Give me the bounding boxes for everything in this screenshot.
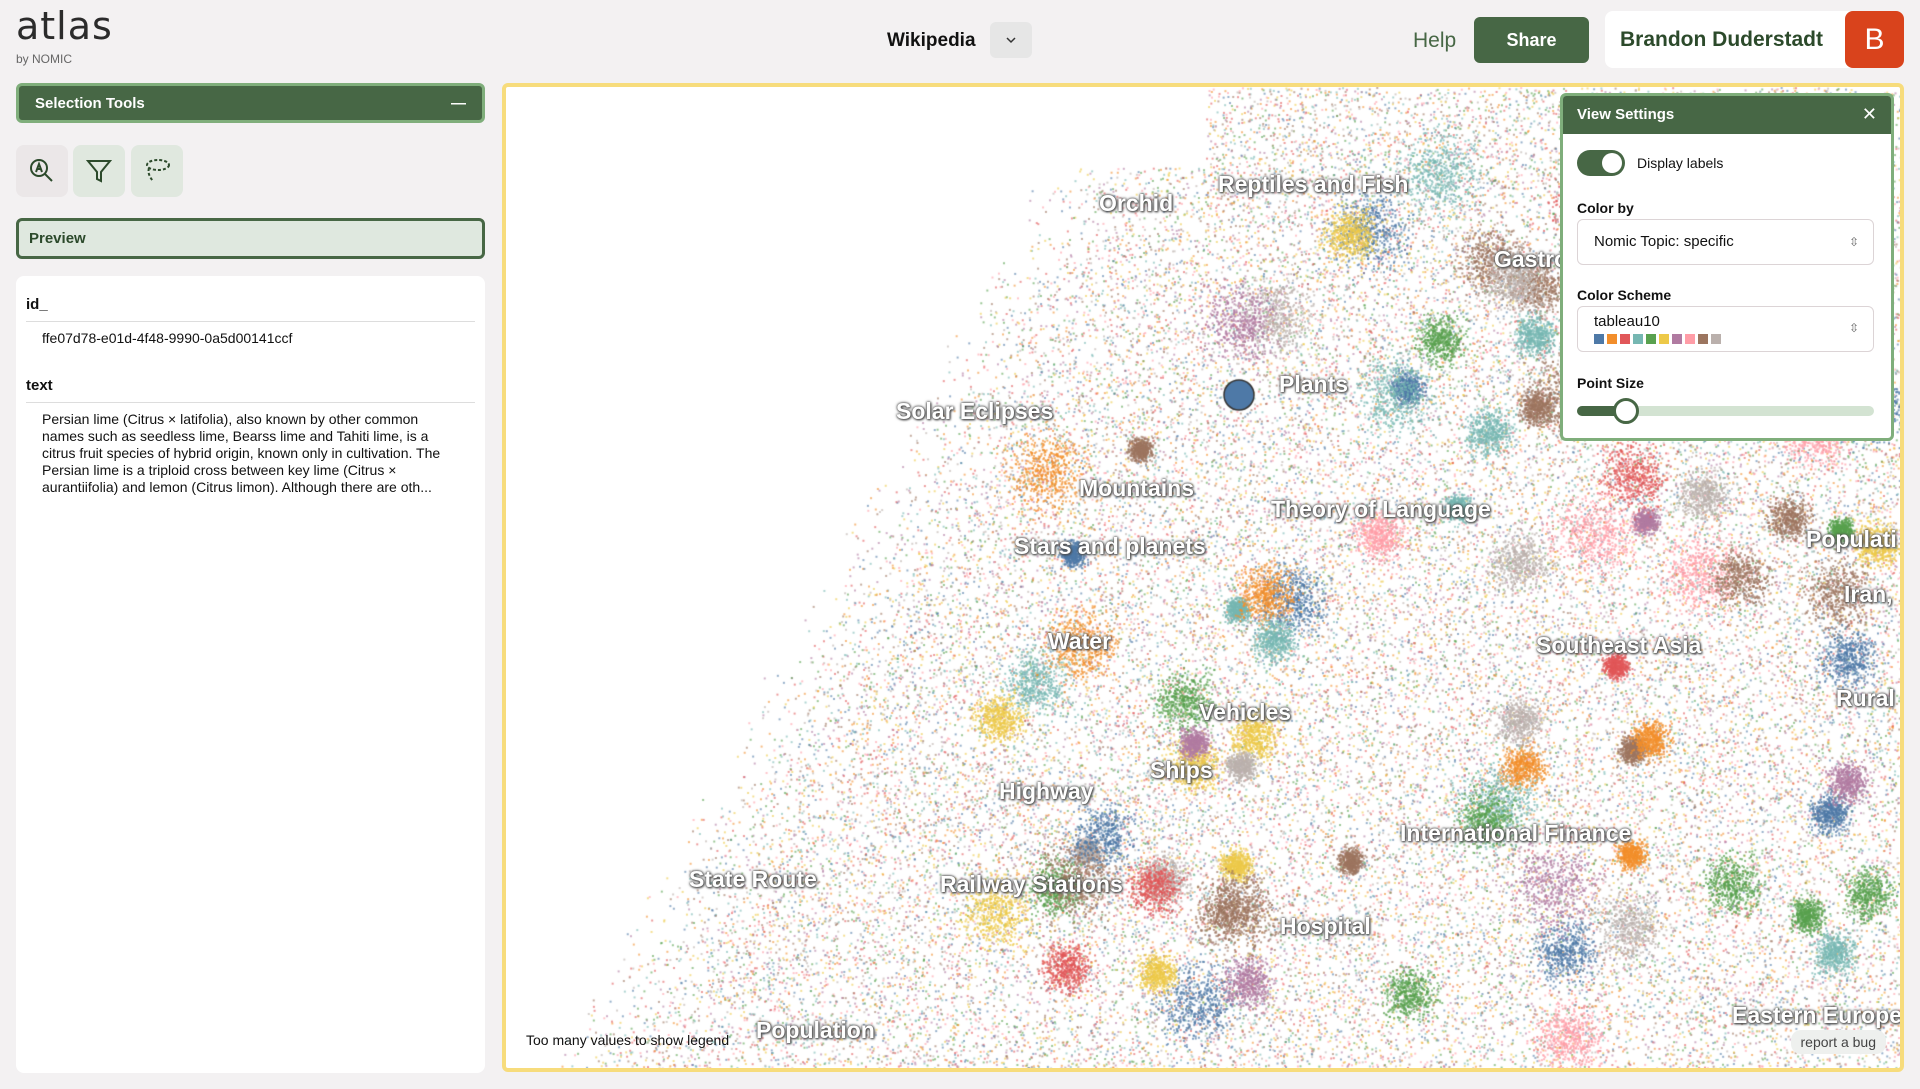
color-swatch — [1594, 334, 1604, 344]
color-swatch — [1685, 334, 1695, 344]
color-scheme-label: Color Scheme — [1577, 287, 1672, 303]
view-settings-panel: View Settings ✕ Display labels Color by … — [1560, 93, 1894, 441]
dataset-title: Wikipedia — [887, 30, 976, 51]
topic-label[interactable]: Reptiles and Fish — [1218, 171, 1408, 198]
color-swatch — [1711, 334, 1721, 344]
close-icon[interactable]: ✕ — [1862, 105, 1877, 124]
color-by-label: Color by — [1577, 200, 1634, 216]
chevron-down-icon — [1006, 37, 1016, 44]
topic-label[interactable]: Water — [1048, 628, 1111, 655]
point-size-label: Point Size — [1577, 375, 1644, 391]
collapse-icon[interactable]: — — [451, 95, 466, 112]
color-swatch — [1659, 334, 1669, 344]
color-swatch — [1607, 334, 1617, 344]
color-swatch — [1698, 334, 1708, 344]
lasso-tool-button[interactable] — [131, 145, 183, 197]
topic-label[interactable]: Populati — [1806, 526, 1897, 553]
selection-tools-title: Selection Tools — [35, 95, 145, 112]
slider-handle[interactable] — [1612, 398, 1639, 424]
preview-card: id_ ffe07d78-e01d-4f48-9990-0a5d00141ccf… — [16, 276, 485, 1073]
share-button[interactable]: Share — [1474, 17, 1589, 63]
topic-label[interactable]: Highway — [999, 778, 1094, 805]
color-by-value: Nomic Topic: specific — [1594, 233, 1734, 250]
search-tool-button[interactable] — [16, 145, 68, 197]
chevron-updown-icon: ⇳ — [1848, 235, 1859, 249]
color-swatch — [1646, 334, 1656, 344]
logo-subtitle: by NOMIC — [16, 52, 73, 66]
topic-label[interactable]: Iran, — [1844, 581, 1893, 608]
topic-label[interactable]: State Route — [689, 866, 817, 893]
dataset-dropdown-button[interactable] — [990, 22, 1032, 58]
user-name[interactable]: Brandon Duderstadt — [1620, 28, 1823, 52]
topic-label[interactable]: Population — [756, 1017, 875, 1044]
search-icon — [30, 159, 53, 182]
topic-label[interactable]: Orchid — [1099, 190, 1173, 217]
color-scheme-value: tableau10 — [1594, 313, 1660, 330]
preview-header[interactable]: Preview — [16, 218, 485, 259]
color-scheme-select[interactable]: tableau10 ⇳ — [1577, 306, 1874, 352]
topic-label[interactable]: Plants — [1279, 371, 1348, 398]
chevron-updown-icon: ⇳ — [1848, 321, 1859, 335]
display-labels-label: Display labels — [1637, 155, 1724, 171]
field-label-text: text — [26, 367, 475, 403]
field-value-text: Persian lime (Citrus × latifolia), also … — [42, 411, 441, 495]
topic-label[interactable]: Ships — [1150, 757, 1213, 784]
color-swatch — [1633, 334, 1643, 344]
color-swatch — [1620, 334, 1630, 344]
topic-label[interactable]: Gastro — [1494, 246, 1568, 273]
avatar[interactable]: B — [1845, 11, 1904, 68]
lasso-icon — [146, 159, 170, 182]
topic-label[interactable]: Rural — [1836, 685, 1895, 712]
view-settings-title: View Settings — [1577, 106, 1675, 123]
topic-label[interactable]: International Finance — [1400, 820, 1631, 847]
filter-icon — [85, 160, 113, 183]
color-swatch — [1672, 334, 1682, 344]
legend-note: Too many values to show legend — [526, 1032, 730, 1048]
topic-label[interactable]: Southeast Asia — [1536, 632, 1701, 659]
topic-label[interactable]: Railway Stations — [940, 871, 1123, 898]
field-label-id: id_ — [26, 286, 475, 322]
topic-label[interactable]: Theory of Language — [1271, 496, 1491, 523]
atlas-logo: atlas — [16, 4, 113, 48]
selection-tools-header[interactable]: Selection Tools — — [16, 83, 485, 123]
topic-label[interactable]: Stars and planets — [1014, 533, 1206, 560]
color-swatches — [1594, 334, 1857, 344]
view-settings-header: View Settings ✕ — [1563, 96, 1891, 134]
report-bug-link[interactable]: report a bug — [1790, 1030, 1886, 1054]
field-value-id: ffe07d78-e01d-4f48-9990-0a5d00141ccf — [42, 330, 293, 346]
topic-label[interactable]: Eastern Europe — [1732, 1002, 1900, 1029]
topic-label[interactable]: Mountains — [1079, 475, 1194, 502]
display-labels-toggle[interactable] — [1577, 150, 1625, 176]
filter-tool-button[interactable] — [73, 145, 125, 197]
point-size-slider[interactable] — [1577, 398, 1874, 424]
topic-label[interactable]: Solar Eclipses — [896, 398, 1053, 425]
help-link[interactable]: Help — [1413, 29, 1456, 53]
topic-label[interactable]: Vehicles — [1199, 699, 1291, 726]
topic-label[interactable]: Hospital — [1280, 913, 1371, 940]
color-by-select[interactable]: Nomic Topic: specific ⇳ — [1577, 219, 1874, 265]
